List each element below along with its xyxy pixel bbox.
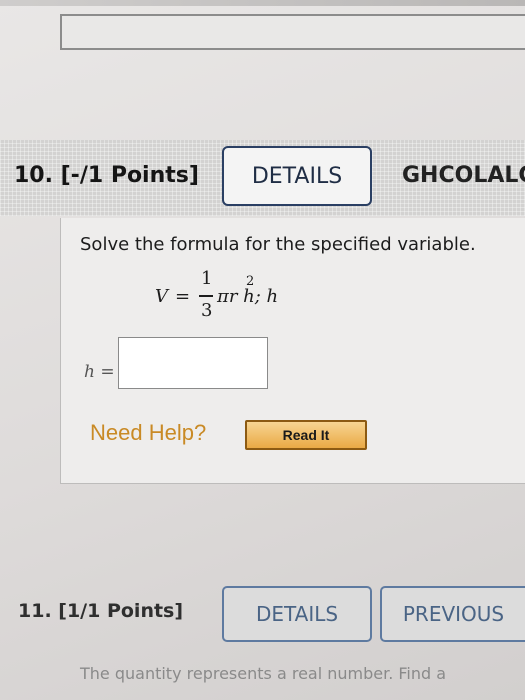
question-11-points: 11. [1/1 Points] — [18, 600, 184, 622]
answer-label: h = — [84, 362, 115, 382]
question-instruction: Solve the formula for the specified vari… — [80, 234, 476, 255]
formula: V = 1 3 πr h; h 2 — [155, 268, 315, 328]
formula-equals: = — [175, 286, 191, 307]
fraction-denominator: 3 — [201, 300, 213, 321]
need-help-label: Need Help? — [90, 420, 207, 445]
question-10-points: 10. [-/1 Points] — [14, 163, 199, 188]
previous-button[interactable]: PREVIOUS — [380, 586, 525, 642]
formula-rest: πr h; h — [217, 286, 279, 307]
previous-answer-box — [60, 14, 525, 50]
question-code: GHCOLALG — [402, 163, 525, 188]
fraction-numerator: 1 — [201, 268, 213, 289]
details-button[interactable]: DETAILS — [222, 146, 372, 206]
details-button-11[interactable]: DETAILS — [222, 586, 372, 642]
read-it-button[interactable]: Read It — [245, 420, 367, 450]
top-strip — [0, 0, 525, 6]
formula-exponent: 2 — [246, 274, 255, 289]
formula-lhs: V — [155, 286, 168, 307]
answer-input[interactable] — [118, 337, 268, 389]
question-11-text: The quantity represents a real number. F… — [80, 664, 447, 683]
fraction-bar — [199, 295, 213, 297]
